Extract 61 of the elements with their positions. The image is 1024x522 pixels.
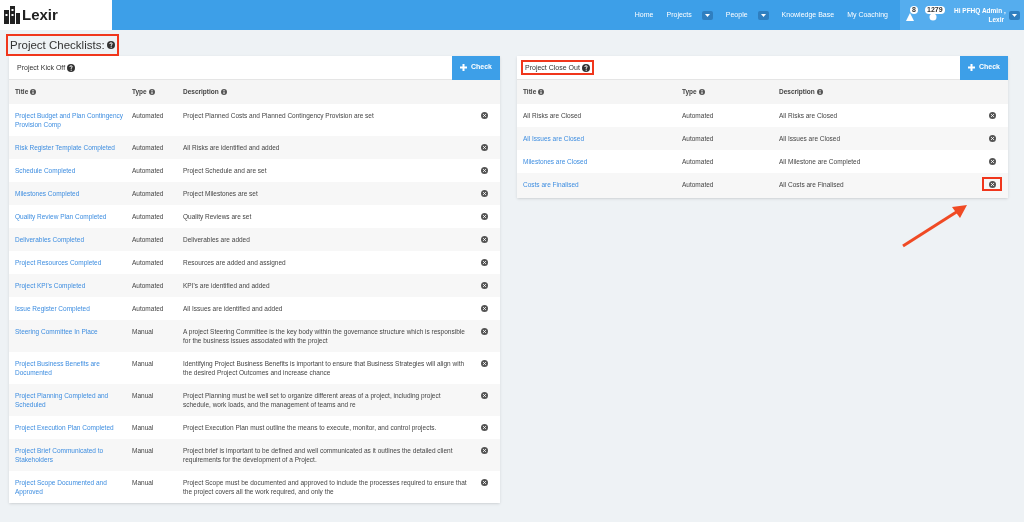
remove-button[interactable]	[479, 166, 489, 175]
logo[interactable]: Lexir	[0, 0, 112, 30]
close-icon	[480, 305, 488, 312]
remove-button[interactable]	[987, 157, 997, 166]
dropdown-toggle[interactable]	[757, 10, 769, 20]
remove-button[interactable]	[479, 391, 489, 400]
dropdown-toggle[interactable]	[1009, 10, 1020, 20]
remove-button[interactable]	[479, 143, 489, 152]
close-icon	[480, 259, 488, 266]
close-icon	[988, 158, 996, 165]
remove-button[interactable]	[479, 327, 489, 336]
help-icon	[581, 63, 590, 72]
dropdown-toggle[interactable]	[701, 10, 713, 20]
info-icon	[816, 89, 823, 95]
close-icon	[988, 112, 996, 119]
caret-icon	[704, 13, 710, 17]
info-icon	[698, 89, 705, 95]
close-icon	[480, 236, 488, 243]
annotation-arrow	[900, 203, 970, 249]
info-icon	[148, 89, 155, 95]
info-icon	[30, 89, 37, 95]
remove-button[interactable]	[982, 177, 1002, 191]
help-icon	[67, 63, 76, 72]
close-icon	[480, 424, 488, 431]
caret-icon	[760, 13, 766, 17]
buildings-icon	[4, 6, 20, 24]
remove-button[interactable]	[987, 111, 997, 120]
warning-icon	[906, 13, 914, 21]
info-icon	[220, 89, 227, 95]
close-icon	[480, 392, 488, 399]
remove-button[interactable]	[479, 478, 489, 487]
close-icon	[480, 167, 488, 174]
plus-icon	[968, 64, 975, 71]
close-icon	[480, 282, 488, 289]
page-title: Project Checklists:	[10, 38, 105, 52]
remove-button[interactable]	[479, 359, 489, 368]
close-icon	[480, 328, 488, 335]
close-icon	[480, 479, 488, 486]
help-icon	[106, 41, 115, 49]
info-icon	[538, 89, 545, 95]
remove-button[interactable]	[479, 111, 489, 120]
remove-button[interactable]	[479, 189, 489, 198]
remove-button[interactable]	[479, 212, 489, 221]
remove-button[interactable]	[479, 258, 489, 267]
close-icon	[480, 190, 488, 197]
chat-icon	[929, 13, 937, 21]
caret-icon	[1012, 13, 1017, 17]
close-icon	[480, 360, 488, 367]
close-icon	[988, 135, 996, 142]
close-icon	[988, 180, 996, 188]
close-icon	[480, 213, 488, 220]
close-icon	[480, 447, 488, 454]
remove-button[interactable]	[479, 304, 489, 313]
close-icon	[480, 144, 488, 151]
remove-button[interactable]	[479, 281, 489, 290]
remove-button[interactable]	[479, 235, 489, 244]
remove-button[interactable]	[479, 446, 489, 455]
remove-button[interactable]	[987, 134, 997, 143]
remove-button[interactable]	[479, 423, 489, 432]
close-icon	[480, 112, 488, 119]
plus-icon	[460, 64, 467, 71]
